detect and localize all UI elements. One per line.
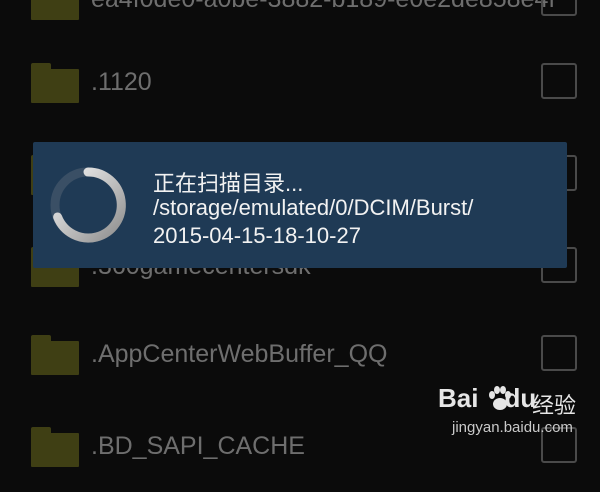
folder-icon	[31, 427, 79, 467]
watermark-product: 经验	[532, 393, 577, 418]
list-item[interactable]: .1120	[0, 38, 600, 128]
paw-icon	[489, 386, 511, 410]
scan-subfolder: 2015-04-15-18-10-27	[153, 223, 361, 248]
watermark-url: jingyan.baidu.com	[452, 419, 573, 436]
scan-path: /storage/emulated/0/DCIM/Burst/	[153, 195, 474, 220]
row-checkbox[interactable]	[541, 335, 577, 371]
folder-icon	[31, 0, 79, 20]
baidu-jingyan-watermark: Bai du 经验 jingyan.baidu.com	[438, 383, 588, 443]
watermark-brand-prefix: Bai	[438, 383, 479, 413]
folder-name: .AppCenterWebBuffer_QQ	[91, 340, 388, 368]
folder-name: .1120	[91, 68, 152, 96]
folder-icon	[31, 63, 79, 103]
folder-icon	[31, 335, 79, 375]
dialog-title: 正在扫描目录...	[153, 171, 304, 196]
row-checkbox[interactable]	[541, 63, 577, 99]
scan-progress-dialog: 正在扫描目录... /storage/emulated/0/DCIM/Burst…	[33, 142, 567, 268]
folder-name: ea4f0de0-a0be-3882-b189-e0e2de858e4f	[91, 0, 555, 14]
loading-spinner-icon	[50, 167, 126, 243]
row-checkbox[interactable]	[541, 0, 577, 16]
